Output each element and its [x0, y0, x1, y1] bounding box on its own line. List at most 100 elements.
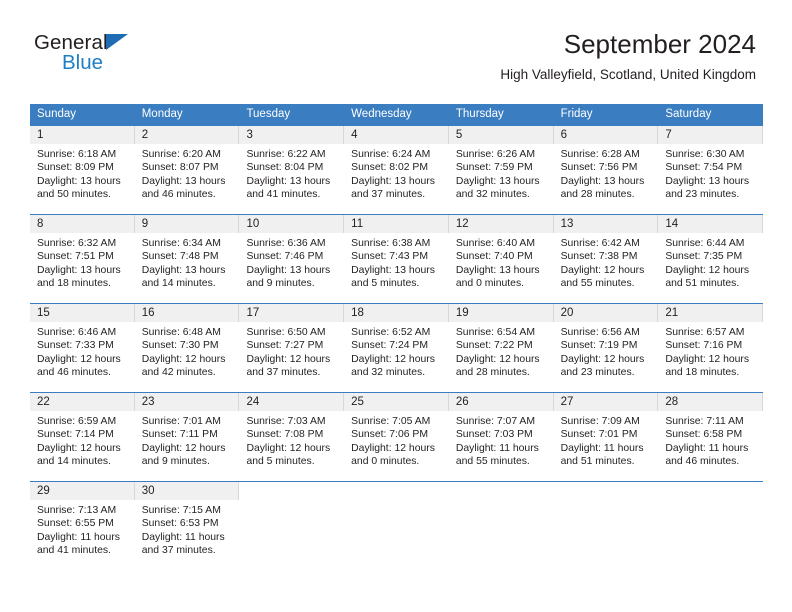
calendar-day-cell[interactable]: 21 Sunrise: 6:57 AM Sunset: 7:16 PM Dayligh… [658, 304, 764, 392]
calendar-day-cell[interactable]: 8 Sunrise: 6:32 AM Sunset: 7:51 PM Daylight… [30, 215, 135, 303]
day-number: 28 [665, 396, 679, 408]
daylight-text-line2: and 41 minutes. [246, 188, 321, 200]
calendar-day-cell[interactable]: 17 Sunrise: 6:50 AM Sunset: 7:27 PM Dayligh… [239, 304, 345, 392]
calendar-day-cell[interactable]: 15 Sunrise: 6:46 AM Sunset: 7:33 PM Dayligh… [30, 304, 135, 392]
day-number-band: 30 [134, 482, 240, 500]
calendar-day-cell[interactable]: 16 Sunrise: 6:48 AM Sunset: 7:30 PM Dayligh… [134, 304, 240, 392]
calendar-day-cell[interactable]: 23 Sunrise: 7:01 AM Sunset: 7:11 PM Dayligh… [134, 393, 240, 481]
daylight-text-line1: Daylight: 12 hours [246, 353, 331, 365]
sunset-text: Sunset: 6:55 PM [37, 518, 114, 530]
day-sun-info: Sunrise: 6:24 AM Sunset: 8:02 PM Daylight:… [344, 144, 449, 201]
day-number: 8 [37, 218, 44, 230]
calendar-day-cell[interactable]: 20 Sunrise: 6:56 AM Sunset: 7:19 PM Dayligh… [553, 304, 659, 392]
sunrise-text: Sunrise: 6:46 AM [37, 327, 117, 338]
calendar-day-cell[interactable]: 29 Sunrise: 7:13 AM Sunset: 6:55 PM Dayligh… [30, 482, 135, 570]
day-number-band: 15 [30, 304, 135, 322]
day-number-band: 29 [30, 482, 135, 500]
day-number-band [449, 482, 554, 500]
day-sun-info: Sunrise: 6:18 AM Sunset: 8:09 PM Daylight:… [30, 144, 135, 201]
day-number-band: 4 [344, 126, 449, 144]
page-subtitle: High Valleyfield, Scotland, United Kingd… [500, 67, 756, 82]
daylight-text-line2: and 0 minutes. [351, 455, 420, 467]
calendar-day-cell[interactable]: 27 Sunrise: 7:09 AM Sunset: 7:01 PM Dayligh… [553, 393, 659, 481]
sunrise-text: Sunrise: 7:05 AM [351, 416, 431, 427]
sunrise-text: Sunrise: 6:54 AM [455, 327, 536, 338]
calendar-day-cell[interactable]: 9 Sunrise: 6:34 AM Sunset: 7:48 PM Daylight… [134, 215, 240, 303]
day-number: 29 [37, 485, 50, 497]
day-number: 19 [455, 307, 469, 319]
sunrise-text: Sunrise: 7:01 AM [141, 416, 221, 427]
daylight-text-line2: and 41 minutes. [37, 544, 111, 556]
weekday-header-saturday: Saturday [665, 108, 712, 120]
day-number-band [239, 482, 344, 500]
weekday-header-sunday: Sunday [37, 108, 77, 120]
sunrise-text: Sunrise: 6:38 AM [351, 238, 431, 249]
calendar-day-cell[interactable]: 28 Sunrise: 7:11 AM Sunset: 6:58 PM Dayligh… [658, 393, 764, 481]
day-number: 2 [141, 129, 149, 141]
sunrise-text: Sunrise: 6:28 AM [560, 149, 640, 160]
day-number-band: 25 [344, 393, 449, 411]
calendar-day-cell[interactable]: 14 Sunrise: 6:44 AM Sunset: 7:35 PM Dayligh… [658, 215, 764, 303]
day-number: 14 [665, 218, 679, 230]
sunset-text: Sunset: 8:04 PM [246, 162, 324, 174]
calendar-day-cell[interactable]: 25 Sunrise: 7:05 AM Sunset: 7:06 PM Dayligh… [344, 393, 449, 481]
day-number: 22 [37, 396, 50, 408]
day-number-band: 23 [134, 393, 240, 411]
day-number-band: 24 [239, 393, 345, 411]
calendar-day-cell[interactable]: 26 Sunrise: 7:07 AM Sunset: 7:03 PM Dayligh… [448, 393, 554, 481]
calendar-day-cell[interactable]: 3 Sunrise: 6:22 AM Sunset: 8:04 PM Daylight… [239, 126, 345, 214]
calendar-day-cell[interactable]: 6 Sunrise: 6:28 AM Sunset: 7:56 PM Daylight… [553, 126, 659, 214]
calendar-day-cell[interactable]: 1 Sunrise: 6:18 AM Sunset: 8:09 PM Daylight… [30, 126, 135, 214]
daylight-text-line1: Daylight: 13 hours [351, 175, 435, 187]
daylight-text-line2: and 51 minutes. [665, 277, 740, 289]
day-sun-info: Sunrise: 6:38 AM Sunset: 7:43 PM Daylight:… [344, 233, 449, 290]
day-sun-info: Sunrise: 6:40 AM Sunset: 7:40 PM Daylight:… [449, 233, 554, 290]
daylight-text-line1: Daylight: 12 hours [351, 353, 435, 365]
sunset-text: Sunset: 7:11 PM [141, 429, 218, 441]
calendar-day-cell-empty [239, 482, 345, 570]
calendar-day-cell[interactable]: 11 Sunrise: 6:38 AM Sunset: 7:43 PM Dayligh… [344, 215, 449, 303]
sunset-text: Sunset: 6:58 PM [665, 429, 743, 441]
day-number-band: 1 [30, 126, 135, 144]
sunrise-text: Sunrise: 6:20 AM [141, 149, 221, 160]
sunset-text: Sunset: 7:14 PM [37, 429, 114, 441]
calendar-day-cell[interactable]: 12 Sunrise: 6:40 AM Sunset: 7:40 PM Dayligh… [448, 215, 554, 303]
calendar-day-cell[interactable]: 2 Sunrise: 6:20 AM Sunset: 8:07 PM Daylight… [134, 126, 240, 214]
day-sun-info: Sunrise: 7:09 AM Sunset: 7:01 PM Daylight:… [554, 411, 659, 468]
day-sun-info: Sunrise: 6:32 AM Sunset: 7:51 PM Daylight:… [30, 233, 135, 290]
sunrise-text: Sunrise: 6:56 AM [560, 327, 640, 338]
calendar-day-cell[interactable]: 19 Sunrise: 6:54 AM Sunset: 7:22 PM Dayligh… [448, 304, 554, 392]
calendar-day-cell[interactable]: 24 Sunrise: 7:03 AM Sunset: 7:08 PM Dayligh… [239, 393, 345, 481]
sunrise-text: Sunrise: 7:15 AM [141, 505, 221, 516]
calendar-day-cell[interactable]: 30 Sunrise: 7:15 AM Sunset: 6:53 PM Dayligh… [134, 482, 240, 570]
daylight-text-line2: and 37 minutes. [351, 188, 426, 200]
sunrise-text: Sunrise: 6:40 AM [455, 238, 536, 249]
calendar-day-cell[interactable]: 7 Sunrise: 6:30 AM Sunset: 7:54 PM Daylight… [658, 126, 764, 214]
sunrise-text: Sunrise: 6:34 AM [141, 238, 221, 249]
page-title: September 2024 [563, 29, 756, 59]
daylight-text-line2: and 23 minutes. [560, 366, 635, 378]
daylight-text-line1: Daylight: 13 hours [455, 264, 540, 276]
day-number-band: 21 [658, 304, 764, 322]
calendar-week-row: 22 Sunrise: 6:59 AM Sunset: 7:14 PM Dayligh… [30, 392, 764, 481]
calendar-day-cell[interactable]: 5 Sunrise: 6:26 AM Sunset: 7:59 PM Daylight… [448, 126, 554, 214]
day-number-band [554, 482, 659, 500]
daylight-text-line1: Daylight: 11 hours [141, 531, 225, 543]
day-number: 13 [560, 218, 574, 230]
calendar-day-cell[interactable]: 18 Sunrise: 6:52 AM Sunset: 7:24 PM Dayligh… [344, 304, 449, 392]
calendar-week-row: 29 Sunrise: 7:13 AM Sunset: 6:55 PM Dayligh… [30, 481, 764, 570]
calendar-weeks: 1 Sunrise: 6:18 AM Sunset: 8:09 PM Daylight… [30, 125, 764, 570]
daylight-text-line2: and 55 minutes. [455, 455, 530, 467]
general-blue-logo[interactable]: General Blue [34, 32, 234, 82]
day-number: 12 [455, 218, 469, 230]
calendar-day-cell[interactable]: 4 Sunrise: 6:24 AM Sunset: 8:02 PM Daylight… [344, 126, 449, 214]
day-sun-info: Sunrise: 6:20 AM Sunset: 8:07 PM Daylight:… [135, 144, 240, 201]
calendar-day-cell[interactable]: 13 Sunrise: 6:42 AM Sunset: 7:38 PM Dayligh… [553, 215, 659, 303]
calendar-day-cell[interactable]: 22 Sunrise: 6:59 AM Sunset: 7:14 PM Dayligh… [30, 393, 135, 481]
sunset-text: Sunset: 7:06 PM [351, 429, 428, 441]
daylight-text-line2: and 55 minutes. [560, 277, 635, 289]
daylight-text-line2: and 0 minutes. [455, 277, 525, 289]
calendar-day-cell[interactable]: 10 Sunrise: 6:36 AM Sunset: 7:46 PM Dayligh… [239, 215, 345, 303]
daylight-text-line2: and 37 minutes. [141, 544, 216, 556]
day-number-band: 27 [553, 393, 659, 411]
